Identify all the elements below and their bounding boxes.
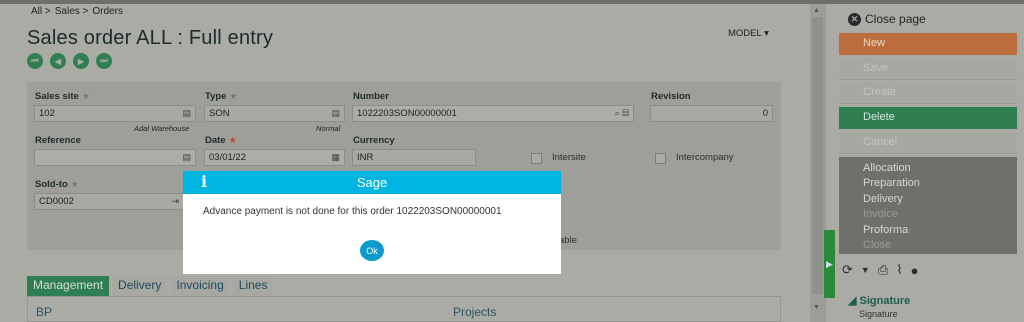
record-navigation: ⏮ ◀ ▶ ⏭ [27, 53, 112, 69]
cancel-button[interactable]: Cancel [839, 132, 1017, 154]
projects-section-header[interactable]: Projects [453, 305, 496, 319]
sales-site-field[interactable]: 102 ▤ [34, 105, 196, 122]
first-record-icon[interactable]: ⏮ [27, 53, 43, 69]
lookup-icon[interactable]: ▤ [182, 108, 191, 119]
proforma-item[interactable]: Proforma [863, 224, 908, 236]
scroll-down-icon[interactable]: ▼ [813, 304, 820, 311]
toolbar-icons: ⟳ ▼ ⎙ ⌇ ● [842, 262, 918, 278]
model-menu[interactable]: MODEL ▾ [728, 28, 769, 39]
breadcrumb-all[interactable]: All > [31, 6, 51, 17]
dialog-message: Advance payment is not done for this ord… [203, 206, 502, 217]
sold-to-label: Sold-to ★ [35, 179, 79, 190]
intersite-checkbox[interactable] [531, 153, 542, 164]
dropdown-caret-icon[interactable]: ▼ [861, 265, 870, 275]
search-lookup-icon[interactable]: ⌕ ▤ [615, 108, 629, 119]
delivery-item[interactable]: Delivery [863, 193, 903, 205]
comment-icon[interactable]: ● [911, 263, 919, 278]
intercompany-label: Intercompany [676, 152, 734, 163]
save-button[interactable]: Save [839, 58, 1017, 80]
tab-lines[interactable]: Lines [232, 276, 274, 296]
section-tabs: Management Delivery Invoicing Lines [27, 276, 274, 296]
actions-group: Allocation Preparation Delivery Invoice … [839, 157, 1017, 254]
new-button[interactable]: New [839, 33, 1017, 55]
close-item[interactable]: Close [863, 239, 891, 251]
last-record-icon[interactable]: ⏭ [96, 53, 112, 69]
sage-dialog: i Sage Advance payment is not done for t… [183, 171, 561, 274]
close-icon: ✕ [848, 12, 861, 26]
tab-management[interactable]: Management [27, 276, 110, 296]
currency-field[interactable]: INR [352, 149, 476, 166]
number-field[interactable]: 1022203SON00000001 ⌕ ▤ [352, 105, 634, 122]
attachment-icon[interactable]: ⌇ [896, 262, 902, 278]
intercompany-checkbox[interactable] [655, 153, 666, 164]
tab-panel: BP Projects [27, 296, 781, 322]
tab-invoicing[interactable]: Invoicing [170, 276, 230, 296]
breadcrumb: All > Sales > Orders [31, 6, 123, 17]
breadcrumb-orders[interactable]: Orders [92, 6, 123, 17]
type-label: Type ★ [205, 91, 238, 102]
lookup-icon[interactable]: ▤ [331, 108, 340, 119]
lookup-icon[interactable]: ▤ [182, 152, 191, 163]
partial-label: able [559, 235, 577, 246]
number-label: Number [353, 91, 389, 102]
next-record-icon[interactable]: ▶ [73, 53, 89, 69]
ok-button[interactable]: Ok [360, 240, 384, 261]
dialog-title: Sage [356, 175, 388, 190]
signature-section-header[interactable]: ◢ Signature [848, 294, 910, 307]
signature-link[interactable]: Signature [859, 309, 898, 319]
calendar-icon[interactable]: ▦ [331, 152, 340, 163]
revision-field[interactable]: 0 [650, 105, 773, 122]
reference-field[interactable]: ▤ [34, 149, 196, 166]
date-field[interactable]: 03/01/22 ▦ [204, 149, 345, 166]
sold-to-field[interactable]: CD0002 ⇥ [34, 193, 184, 210]
page-title: Sales order ALL : Full entry [27, 27, 274, 49]
print-icon[interactable]: ⎙ [878, 262, 888, 278]
date-label: Date ★ [205, 135, 237, 146]
type-field[interactable]: SON ▤ [204, 105, 345, 122]
revision-label: Revision [651, 91, 691, 102]
scroll-up-icon[interactable]: ▲ [813, 7, 820, 14]
previous-record-icon[interactable]: ◀ [50, 53, 66, 69]
tab-delivery[interactable]: Delivery [112, 276, 168, 296]
preparation-item[interactable]: Preparation [863, 177, 920, 189]
breadcrumb-sales[interactable]: Sales > [55, 6, 89, 17]
allocation-item[interactable]: Allocation [863, 162, 911, 174]
create-button[interactable]: Create [839, 82, 1017, 104]
delete-button[interactable]: Delete [839, 107, 1017, 129]
refresh-icon[interactable]: ⟳ [842, 262, 853, 278]
sales-site-description: Adal Warehouse [134, 124, 190, 133]
link-icon[interactable]: ⇥ [171, 196, 179, 207]
dialog-header: i Sage [183, 171, 561, 194]
sales-site-label: Sales site ★ [35, 91, 90, 102]
close-page-button[interactable]: ✕ Close page [848, 12, 926, 26]
close-page-label: Close page [865, 12, 926, 26]
type-description: Normal [316, 124, 341, 133]
invoice-item[interactable]: Invoice [863, 208, 898, 220]
intersite-label: Intersite [552, 152, 586, 163]
reference-label: Reference [35, 135, 81, 146]
scrollbar-thumb[interactable] [812, 17, 823, 294]
bp-section-header[interactable]: BP [36, 305, 52, 319]
collapse-panel-icon[interactable]: ▶ [824, 230, 835, 298]
currency-label: Currency [353, 135, 395, 146]
